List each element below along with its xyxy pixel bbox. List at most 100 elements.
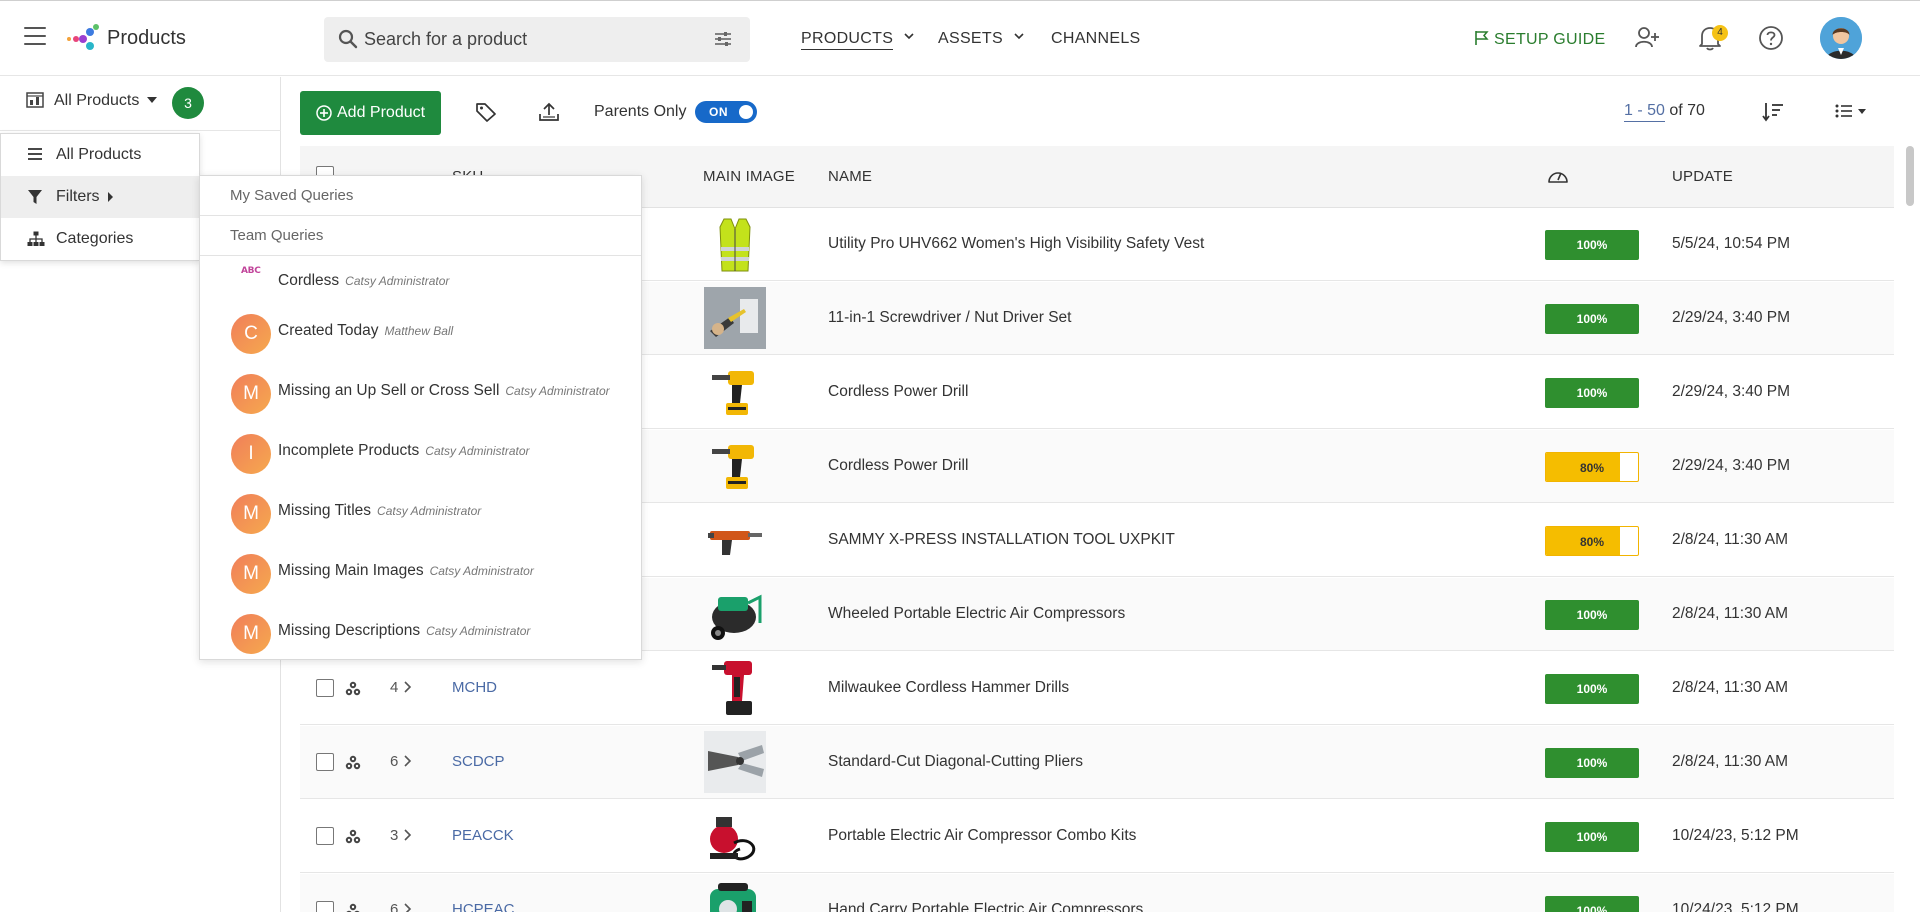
nav-channels-label: CHANNELS (1051, 30, 1141, 47)
menu-item-categories[interactable]: Categories (1, 218, 199, 260)
row-checkbox[interactable] (316, 827, 334, 845)
gauge-icon[interactable] (1546, 166, 1570, 186)
variant-count: 4 (390, 679, 399, 696)
flag-icon (1475, 31, 1489, 45)
user-avatar[interactable] (1820, 17, 1862, 59)
setup-guide-label: SETUP GUIDE (1494, 31, 1606, 48)
view-selector[interactable]: All Products (26, 92, 158, 110)
query-owner: Catsy Administrator (429, 564, 534, 578)
app-logo-icon (67, 24, 99, 50)
row-checkbox[interactable] (316, 679, 334, 697)
product-image-hammer-drill[interactable] (704, 657, 766, 719)
menu-item-filters[interactable]: Filters (1, 176, 199, 218)
product-name[interactable]: Hand Carry Portable Electric Air Compres… (828, 901, 1143, 912)
saved-queries-panel: My Saved Queries Team Queries ABC Cordle… (199, 175, 642, 660)
product-name[interactable]: Cordless Power Drill (828, 383, 968, 401)
table-row[interactable]: 3 PEACCK Portable Electric Air Compresso… (300, 800, 1894, 873)
nav-assets[interactable]: ASSETS (938, 30, 1024, 48)
variant-count-toggle[interactable]: 6 (390, 901, 412, 912)
column-main-image[interactable]: MAIN IMAGE (703, 168, 795, 185)
nav-channels[interactable]: CHANNELS (1051, 30, 1141, 48)
product-name[interactable]: 11-in-1 Screwdriver / Nut Driver Set (828, 309, 1071, 327)
query-item-created-today[interactable]: C Created Today Matthew Ball (200, 306, 641, 356)
table-row[interactable]: 6 SCDCP Standard-Cut Diagonal-Cutting Pl… (300, 726, 1894, 799)
variants-icon (345, 681, 361, 702)
product-image-screwdriver-set[interactable] (704, 287, 766, 349)
row-checkbox[interactable] (316, 753, 334, 771)
completeness-score: 100% (1545, 674, 1639, 704)
chevron-right-icon (404, 903, 412, 912)
completeness-score: 100% (1545, 600, 1639, 630)
sku-link[interactable]: MCHD (452, 679, 497, 696)
column-name[interactable]: NAME (828, 168, 872, 185)
hamburger-menu-icon[interactable] (24, 27, 46, 45)
query-owner: Catsy Administrator (345, 274, 450, 288)
product-image-power-drill[interactable] (704, 435, 766, 497)
scrollbar-thumb[interactable] (1906, 146, 1914, 206)
product-name[interactable]: Standard-Cut Diagonal-Cutting Pliers (828, 753, 1083, 771)
my-saved-queries-header[interactable]: My Saved Queries (200, 176, 641, 216)
hierarchy-icon (27, 231, 45, 246)
sku-link[interactable]: HCPEAC (452, 901, 515, 912)
product-name[interactable]: Milwaukee Cordless Hammer Drills (828, 679, 1069, 697)
column-update[interactable]: UPDATE (1672, 168, 1733, 185)
table-row[interactable]: 6 HCPEAC Hand Carry Portable Electric Ai… (300, 874, 1894, 912)
product-name[interactable]: Utility Pro UHV662 Women's High Visibili… (828, 235, 1204, 253)
parents-only-toggle[interactable]: ON (695, 101, 757, 123)
variant-count: 6 (390, 901, 399, 912)
product-image-hand-compressor[interactable] (704, 879, 766, 912)
list-view-icon[interactable] (1835, 104, 1867, 118)
query-item-label: Missing Titles Catsy Administrator (278, 502, 481, 520)
product-name[interactable]: Wheeled Portable Electric Air Compressor… (828, 605, 1125, 623)
add-user-icon[interactable] (1634, 25, 1660, 51)
variant-count-toggle[interactable]: 6 (390, 753, 412, 770)
add-product-label: Add Product (337, 104, 426, 121)
query-item-incomplete-products[interactable]: I Incomplete Products Catsy Administrator (200, 426, 641, 476)
variant-count-toggle[interactable]: 3 (390, 827, 412, 844)
product-name[interactable]: SAMMY X-PRESS INSTALLATION TOOL UXPKIT (828, 531, 1175, 549)
updated-date: 2/29/24, 3:40 PM (1672, 383, 1791, 400)
query-item-cordless[interactable]: ABC Cordless Catsy Administrator (200, 256, 641, 306)
add-product-button[interactable]: Add Product (300, 91, 441, 135)
setup-guide-link[interactable]: SETUP GUIDE (1474, 30, 1605, 49)
query-item-missing-titles[interactable]: M Missing Titles Catsy Administrator (200, 486, 641, 536)
variants-icon (345, 829, 361, 850)
query-item-missing-descriptions[interactable]: M Missing Descriptions Catsy Administrato… (200, 606, 641, 656)
product-name[interactable]: Portable Electric Air Compressor Combo K… (828, 827, 1136, 845)
filter-settings-icon[interactable] (714, 31, 732, 47)
table-row[interactable]: 4 MCHD Milwaukee Cordless Hammer Drills … (300, 652, 1894, 725)
menu-item-label: Filters (56, 188, 100, 205)
query-owner: Matthew Ball (384, 324, 454, 338)
top-bar: Products PRODUCTS ASSETS CHANNELS SETUP … (0, 0, 1920, 76)
tag-icon[interactable] (475, 102, 497, 122)
product-image-power-drill[interactable] (704, 361, 766, 423)
product-name[interactable]: Cordless Power Drill (828, 457, 968, 475)
nav-products-label: PRODUCTS (801, 30, 894, 50)
sidebar-divider (0, 130, 281, 131)
product-image-install-tool[interactable] (704, 509, 766, 571)
variant-count: 6 (390, 753, 399, 770)
variant-count-toggle[interactable]: 4 (390, 679, 412, 696)
query-name: Missing an Up Sell or Cross Sell (278, 382, 500, 399)
toggle-knob (739, 105, 753, 119)
query-item-label: Missing Main Images Catsy Administrator (278, 562, 534, 580)
product-image-compressor-kit[interactable] (704, 805, 766, 867)
nav-products[interactable]: PRODUCTS (801, 30, 914, 50)
search-input[interactable] (364, 17, 694, 62)
sku-link[interactable]: SCDCP (452, 753, 505, 770)
product-image-safety-vest[interactable] (704, 213, 766, 275)
menu-item-all-products[interactable]: All Products (1, 134, 199, 176)
help-icon[interactable] (1758, 25, 1784, 51)
product-image-pliers[interactable] (704, 731, 766, 793)
row-checkbox[interactable] (316, 901, 334, 912)
product-image-air-compressor[interactable] (704, 583, 766, 645)
sort-icon[interactable] (1762, 102, 1784, 122)
query-item-label: Missing Descriptions Catsy Administrator (278, 622, 530, 640)
sku-link[interactable]: PEACCK (452, 827, 514, 844)
updated-date: 2/8/24, 11:30 AM (1672, 605, 1789, 622)
query-avatar: M (231, 554, 271, 594)
page-range-link[interactable]: 1 - 50 (1624, 102, 1665, 122)
upload-icon[interactable] (539, 102, 559, 122)
query-item-missing-upsell[interactable]: M Missing an Up Sell or Cross Sell Catsy … (200, 366, 641, 416)
query-item-missing-main-images[interactable]: M Missing Main Images Catsy Administrator (200, 546, 641, 596)
